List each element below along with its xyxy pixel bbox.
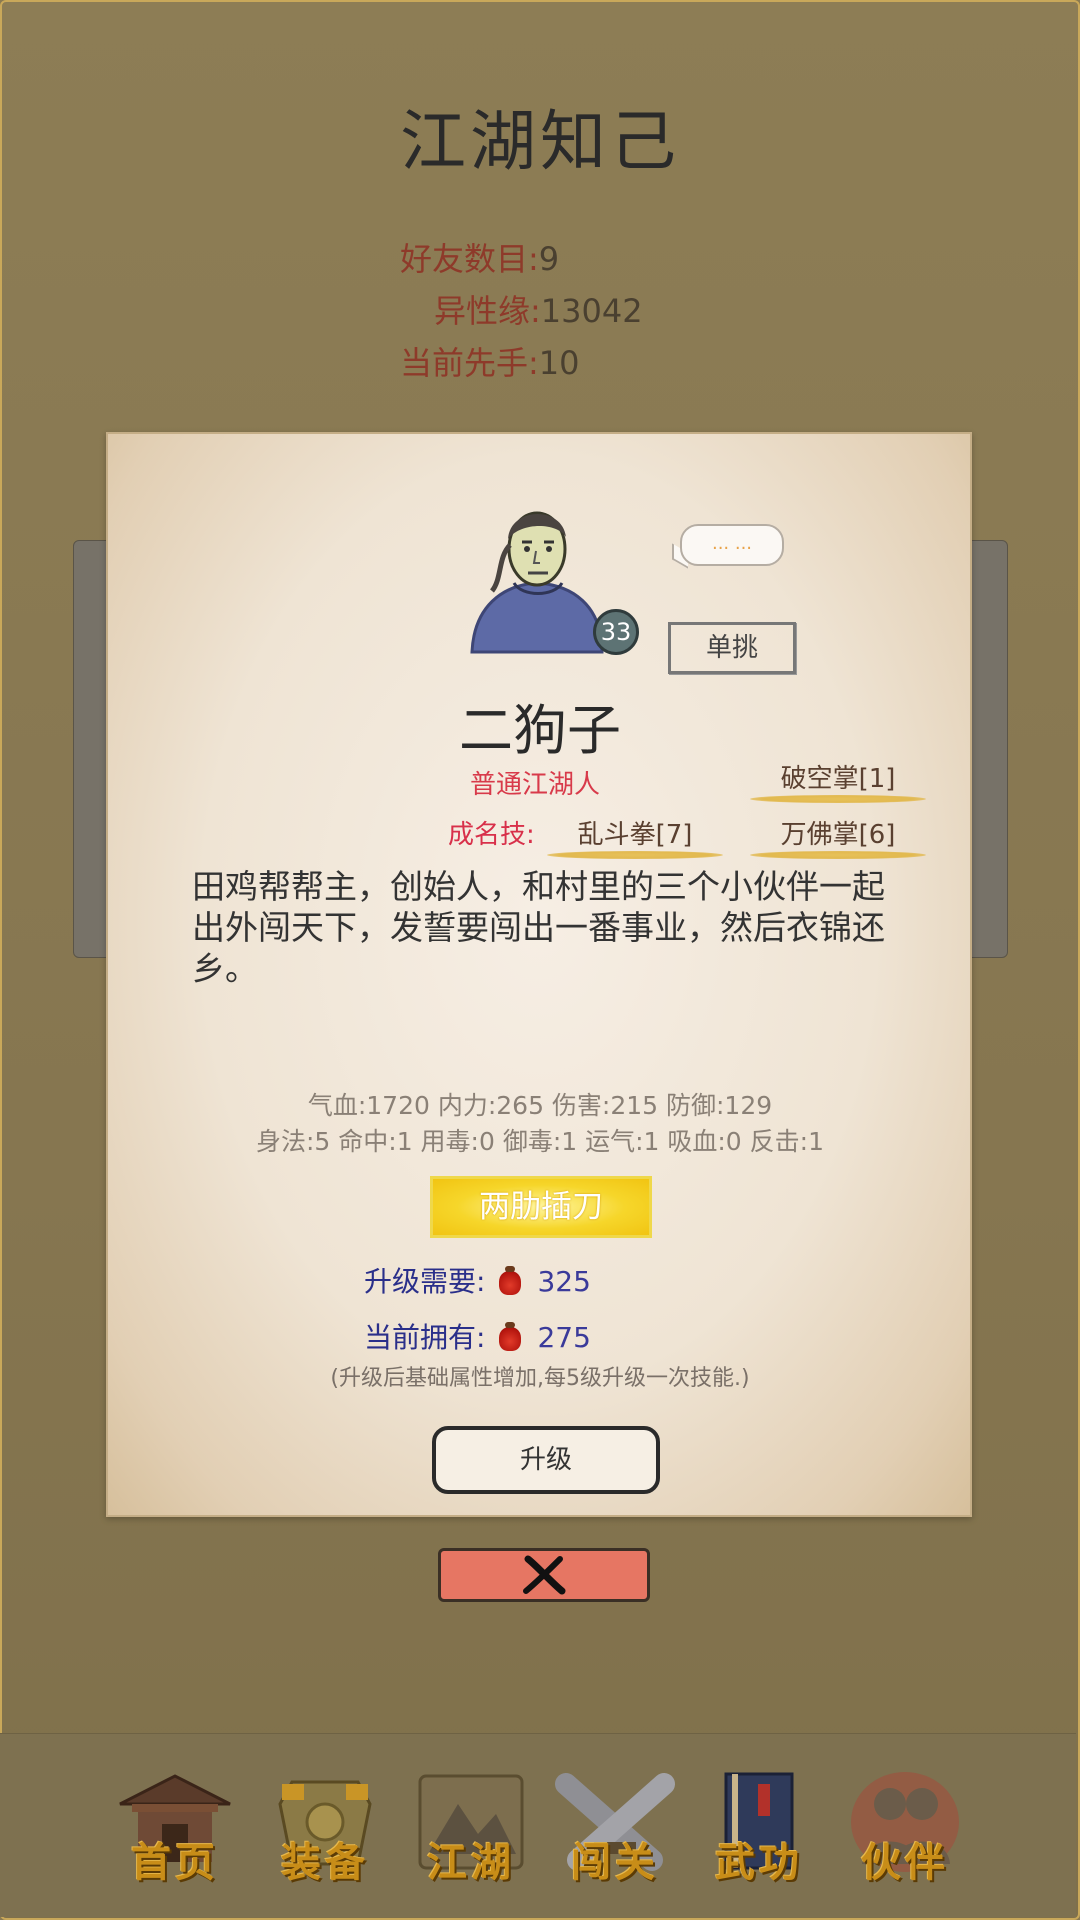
talent-button[interactable]: 两肋插刀 [430, 1176, 652, 1238]
attributes-line-1: 气血:1720 内力:265 伤害:215 防御:129 [307, 1091, 773, 1120]
upgrade-button[interactable]: 升级 [432, 1426, 660, 1494]
signature-skill-label: 成名技: [448, 820, 535, 850]
partner-rank: 普通江湖人 [470, 770, 601, 800]
current-owned-label: 当前拥有: [364, 1321, 486, 1354]
charm-row: 异性缘:13042 [434, 286, 643, 332]
friend-count-label: 好友数目: [400, 240, 539, 278]
nav-label-partners: 伙伴 [861, 1839, 949, 1886]
nav-label-home: 首页 [131, 1839, 219, 1886]
partner-description: 田鸡帮帮主，创始人，和村里的三个小伙伴一起出外闯天下，发誓要闯出一番事业，然后衣… [192, 867, 885, 988]
friend-count-row: 好友数目:9 [400, 234, 559, 280]
charm-label: 异性缘: [434, 292, 541, 330]
friend-count-value: 9 [538, 240, 560, 278]
attributes-line-2: 身法:5 命中:1 用毒:0 御毒:1 运气:1 吸血:0 反击:1 [256, 1127, 824, 1156]
close-icon [523, 1555, 566, 1595]
skill-po-kong-zhang[interactable]: 破空掌[1] [750, 758, 926, 803]
nav-item-partners[interactable]: 伙伴 [842, 1764, 968, 1894]
nav-item-jianghu[interactable]: 江湖 [408, 1764, 534, 1894]
page-title: 江湖知己 [400, 103, 680, 180]
current-owned-row: 当前拥有: 275 [364, 1316, 591, 1356]
upgrade-cost-value: 325 [537, 1265, 591, 1298]
skill-wan-fo-zhang[interactable]: 万佛掌[6] [750, 814, 926, 859]
nav-item-challenge[interactable]: 闯关 [552, 1764, 678, 1894]
nav-label-jianghu: 江湖 [427, 1839, 515, 1886]
partner-portrait [470, 511, 604, 654]
nav-label-equipment: 装备 [281, 1839, 369, 1886]
level-badge: 33 [593, 609, 639, 655]
charm-value: 13042 [540, 292, 643, 330]
nav-label-challenge: 闯关 [571, 1839, 659, 1886]
nav-item-equipment[interactable]: 装备 [262, 1764, 388, 1894]
upgrade-cost-label: 升级需要: [364, 1265, 486, 1298]
close-button[interactable] [438, 1548, 650, 1602]
initiative-row: 当前先手:10 [400, 338, 580, 384]
current-owned-value: 275 [537, 1321, 591, 1354]
skill-luan-dou-quan[interactable]: 乱斗拳[7] [547, 814, 723, 859]
speech-bubble: ... ... [680, 524, 784, 566]
partner-name: 二狗子 [459, 699, 621, 762]
wine-jar-icon [499, 1266, 522, 1295]
nav-item-martial-arts[interactable]: 武功 [696, 1764, 822, 1894]
initiative-label: 当前先手: [400, 344, 539, 382]
initiative-value: 10 [538, 344, 580, 382]
upgrade-note: (升级后基础属性增加,每5级升级一次技能.) [330, 1366, 750, 1391]
nav-label-martial-arts: 武功 [715, 1839, 803, 1886]
wine-jar-icon [499, 1322, 522, 1351]
bottom-navigation: 首页 装备 江湖 闯关 武功 伙伴 [0, 1733, 1076, 1917]
upgrade-cost-row: 升级需要: 325 [364, 1260, 591, 1300]
nav-item-home[interactable]: 首页 [112, 1764, 238, 1894]
duel-button[interactable]: 单挑 [668, 622, 796, 674]
